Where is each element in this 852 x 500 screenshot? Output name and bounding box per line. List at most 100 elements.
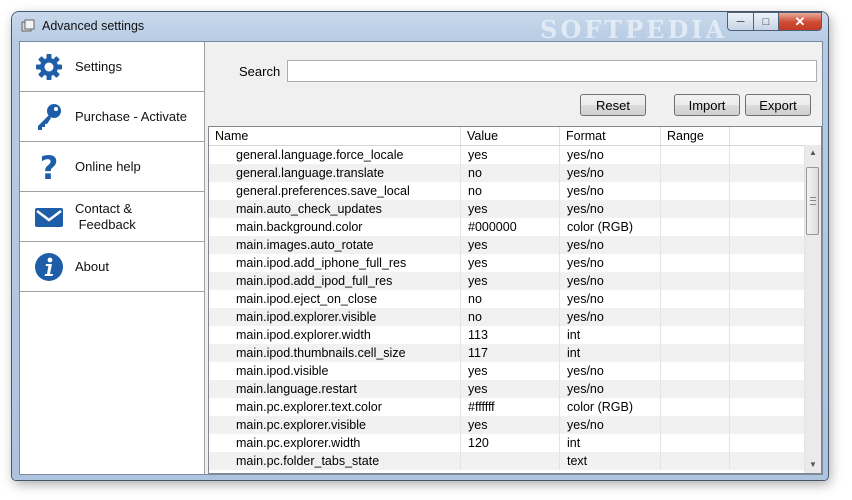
table-row[interactable]: main.auto_check_updates yes yes/no	[209, 200, 805, 218]
cell-range	[661, 254, 730, 272]
vertical-scrollbar[interactable]: ▲ ▼	[804, 145, 821, 473]
cell-value	[461, 452, 560, 470]
cell-range	[661, 434, 730, 452]
cell-filler	[730, 164, 805, 182]
column-header-range[interactable]: Range	[661, 127, 730, 145]
table-row[interactable]: main.ipod.visible yes yes/no	[209, 362, 805, 380]
table-row[interactable]: main.ipod.eject_on_close no yes/no	[209, 290, 805, 308]
cell-filler	[730, 290, 805, 308]
maximize-button[interactable]: □	[754, 12, 779, 31]
cell-value: yes	[461, 236, 560, 254]
cell-filler	[730, 182, 805, 200]
title-bar[interactable]: Advanced settings SOFTPEDIA ─ □ ✕	[12, 12, 828, 44]
cell-name: general.language.translate	[209, 164, 461, 182]
cell-value: yes	[461, 362, 560, 380]
cell-range	[661, 272, 730, 290]
column-header-value[interactable]: Value	[461, 127, 560, 145]
cell-range	[661, 452, 730, 470]
minimize-button[interactable]: ─	[727, 12, 754, 31]
cell-format: yes/no	[560, 146, 661, 164]
sidebar-item-label: Purchase - Activate	[75, 108, 187, 124]
table-row[interactable]: main.ipod.explorer.visible no yes/no	[209, 308, 805, 326]
cell-value: yes	[461, 254, 560, 272]
cell-name: main.pc.explorer.width	[209, 434, 461, 452]
cell-filler	[730, 218, 805, 236]
cell-format: yes/no	[560, 164, 661, 182]
cell-value: #000000	[461, 218, 560, 236]
cell-name: main.ipod.visible	[209, 362, 461, 380]
table-row[interactable]: main.pc.explorer.visible yes yes/no	[209, 416, 805, 434]
scroll-up-button[interactable]: ▲	[805, 145, 821, 161]
key-icon	[38, 104, 61, 130]
maximize-icon: □	[762, 15, 770, 28]
table-row[interactable]: main.ipod.thumbnails.cell_size 117 int	[209, 344, 805, 362]
table-row[interactable]: main.pc.explorer.width 120 int	[209, 434, 805, 452]
column-header-format[interactable]: Format	[560, 127, 661, 145]
window-title: Advanced settings	[42, 19, 145, 33]
cell-name: main.pc.folder_tabs_state	[209, 452, 461, 470]
scrollbar-thumb[interactable]	[806, 167, 819, 235]
cell-format: yes/no	[560, 254, 661, 272]
sidebar-item-settings[interactable]: Settings	[20, 42, 204, 92]
cell-name: main.auto_check_updates	[209, 200, 461, 218]
cell-filler	[730, 362, 805, 380]
reset-button[interactable]: Reset	[580, 94, 646, 116]
cell-name: main.pc.explorer.visible	[209, 416, 461, 434]
cell-value: yes	[461, 380, 560, 398]
sidebar-item-purchase[interactable]: Purchase - Activate	[20, 92, 204, 142]
cell-filler	[730, 254, 805, 272]
table-row[interactable]: general.language.translate no yes/no	[209, 164, 805, 182]
table-row[interactable]: main.ipod.add_iphone_full_res yes yes/no	[209, 254, 805, 272]
settings-table: Name Value Format Range general.language…	[208, 126, 822, 474]
table-row[interactable]: main.pc.folder_tabs_state text	[209, 452, 805, 470]
cell-filler	[730, 146, 805, 164]
cell-range	[661, 398, 730, 416]
cell-format: yes/no	[560, 182, 661, 200]
cell-format: yes/no	[560, 272, 661, 290]
cell-name: main.ipod.add_ipod_full_res	[209, 272, 461, 290]
table-row[interactable]: main.ipod.explorer.width 113 int	[209, 326, 805, 344]
table-row[interactable]: main.ipod.add_ipod_full_res yes yes/no	[209, 272, 805, 290]
cell-format: yes/no	[560, 416, 661, 434]
cell-format: yes/no	[560, 200, 661, 218]
table-row[interactable]: general.language.force_locale yes yes/no	[209, 146, 805, 164]
table-row[interactable]: general.preferences.save_local no yes/no	[209, 182, 805, 200]
caption-buttons: ─ □ ✕	[727, 12, 822, 31]
import-button[interactable]: Import	[674, 94, 740, 116]
table-header: Name Value Format Range	[209, 127, 805, 146]
cell-filler	[730, 434, 805, 452]
cell-format: yes/no	[560, 380, 661, 398]
cell-name: general.language.force_locale	[209, 146, 461, 164]
export-button[interactable]: Export	[745, 94, 811, 116]
table-row[interactable]: main.language.restart yes yes/no	[209, 380, 805, 398]
cell-filler	[730, 416, 805, 434]
app-window: Advanced settings SOFTPEDIA ─ □ ✕ Settin…	[12, 12, 828, 480]
search-input[interactable]	[287, 60, 817, 82]
close-button[interactable]: ✕	[779, 12, 822, 31]
sidebar-item-about[interactable]: About	[20, 242, 204, 292]
cell-range	[661, 326, 730, 344]
cell-value: yes	[461, 416, 560, 434]
close-icon: ✕	[794, 13, 806, 29]
main-panel: Search Reset Import Export Name Value Fo…	[205, 42, 822, 474]
sidebar-item-label: About	[75, 258, 109, 274]
scroll-down-button[interactable]: ▼	[805, 457, 821, 473]
cell-range	[661, 182, 730, 200]
cell-range	[661, 362, 730, 380]
cell-value: yes	[461, 272, 560, 290]
cell-value: 113	[461, 326, 560, 344]
cell-format: int	[560, 434, 661, 452]
sidebar-item-label: Contact & Feedback	[75, 201, 136, 233]
sidebar-item-contact[interactable]: Contact & Feedback	[20, 192, 204, 242]
svg-text:?: ?	[40, 152, 59, 182]
column-header-name[interactable]: Name	[209, 127, 461, 145]
cell-value: yes	[461, 200, 560, 218]
cell-format: yes/no	[560, 290, 661, 308]
cell-range	[661, 308, 730, 326]
sidebar-item-online-help[interactable]: ? Online help	[20, 142, 204, 192]
minimize-icon: ─	[736, 15, 745, 28]
table-row[interactable]: main.pc.explorer.text.color #ffffff color …	[209, 398, 805, 416]
table-row[interactable]: main.images.auto_rotate yes yes/no	[209, 236, 805, 254]
table-row[interactable]: main.background.color #000000 color (RGB)	[209, 218, 805, 236]
cell-name: main.ipod.explorer.width	[209, 326, 461, 344]
